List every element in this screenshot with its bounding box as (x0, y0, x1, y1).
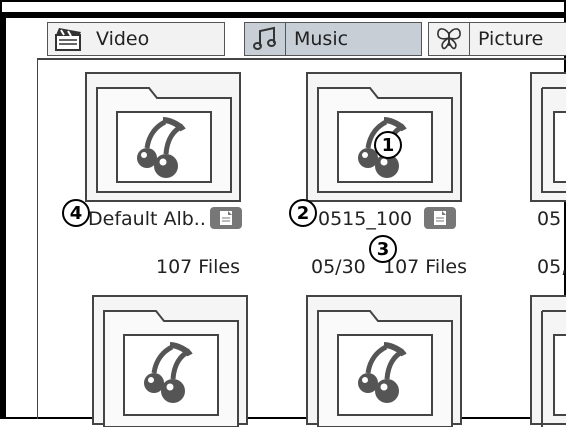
album-folder-1[interactable] (85, 72, 241, 202)
info-icon[interactable] (209, 206, 242, 229)
music-folder-icon (317, 310, 453, 427)
music-folder-icon (541, 310, 566, 427)
album-name-1: Default Alb.. (88, 206, 242, 231)
tab-music-label: Music (294, 28, 349, 50)
header-divider (37, 58, 566, 60)
clapperboard-icon (48, 23, 88, 55)
callout-3: 3 (369, 235, 397, 263)
tab-video[interactable]: Video (47, 22, 225, 56)
music-folder-icon (96, 87, 232, 193)
content-left-border (37, 58, 38, 419)
album-count-1: 107 Files (156, 256, 240, 278)
album-folder-3[interactable] (530, 72, 566, 202)
callout-4: 4 (62, 199, 90, 227)
music-folder-icon (541, 87, 566, 193)
album-name-2: 0515_100 (318, 206, 457, 231)
butterfly-icon (429, 22, 470, 56)
album-date-2: 05/30 (311, 256, 366, 278)
left-border (0, 12, 6, 419)
callout-1: 1 (374, 131, 402, 159)
album-folder-4[interactable] (92, 295, 248, 427)
album-name-1-text: Default Alb.. (88, 208, 206, 230)
media-tabs: Video Music Picture (37, 22, 566, 58)
album-name-2-text: 0515_100 (318, 208, 413, 230)
album-folder-6[interactable] (530, 295, 566, 427)
tab-picture[interactable]: Picture (428, 22, 566, 56)
info-icon[interactable] (424, 206, 457, 229)
tab-video-label: Video (96, 28, 150, 50)
album-name-3: 05 (537, 208, 562, 230)
music-folder-icon (103, 310, 239, 427)
callout-2: 2 (289, 199, 317, 227)
tab-picture-label: Picture (478, 28, 544, 50)
top-border (0, 12, 566, 18)
tab-music[interactable]: Music (244, 22, 422, 56)
album-folder-5[interactable] (306, 295, 462, 427)
album-date-3: 05, (537, 256, 566, 278)
album-count-2: 107 Files (383, 256, 467, 278)
music-note-icon (245, 22, 286, 56)
